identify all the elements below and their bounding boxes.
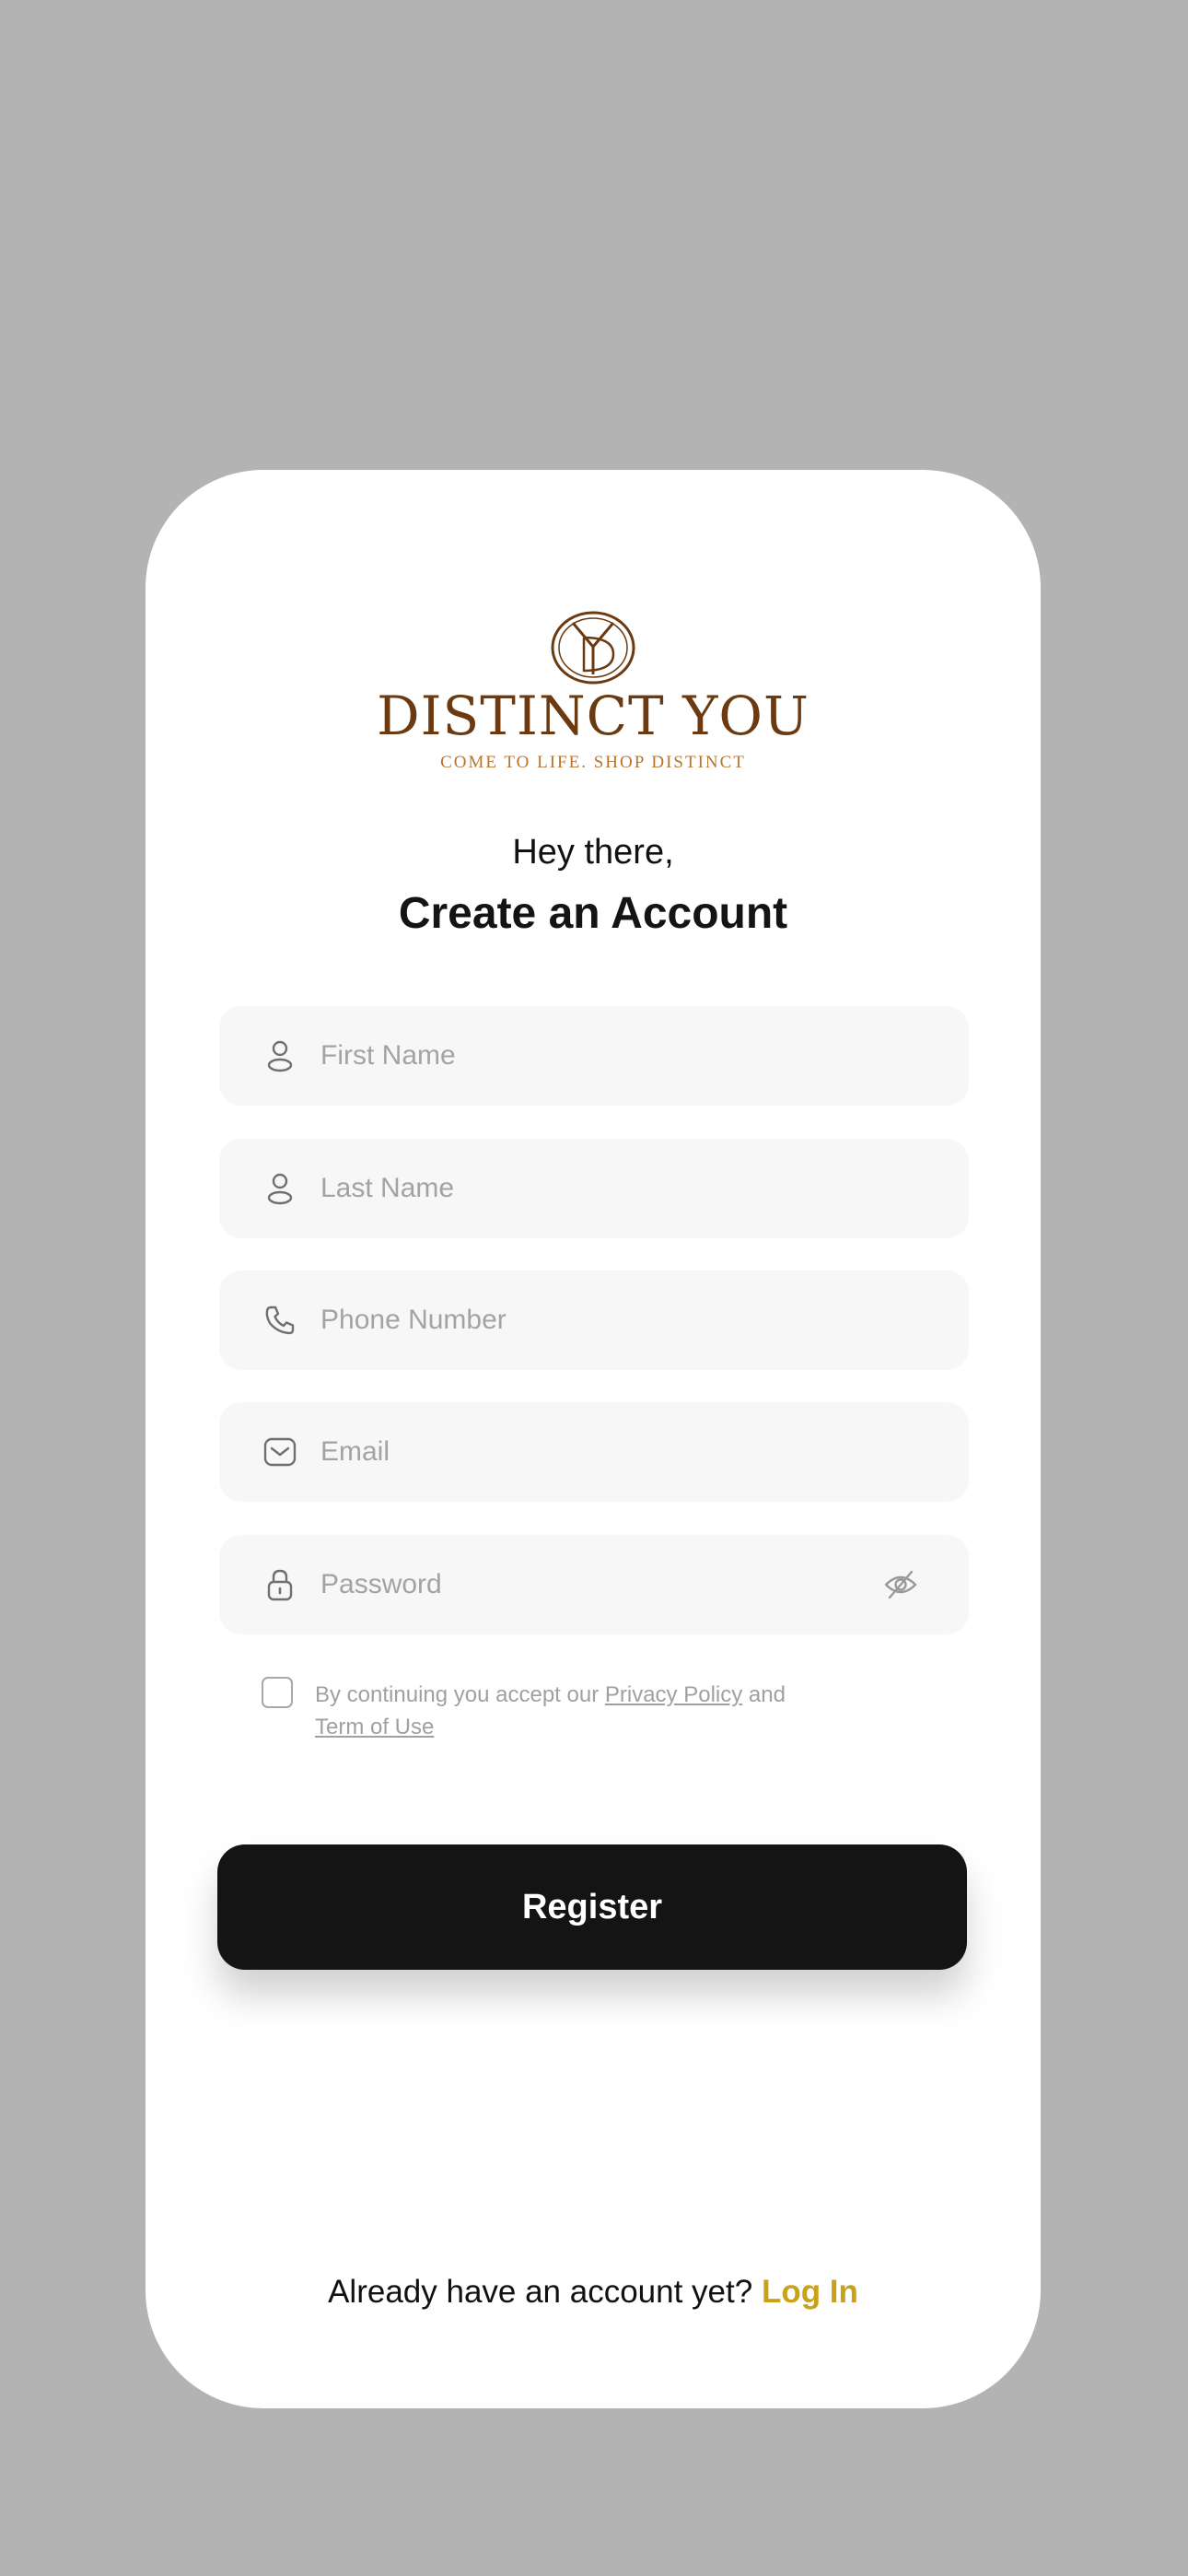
terms-middle: and (742, 1682, 786, 1707)
password-input[interactable] (320, 1535, 873, 1634)
user-icon (267, 1173, 293, 1205)
terms-of-use-link[interactable]: Term of Use (315, 1715, 434, 1739)
last-name-input[interactable] (320, 1139, 873, 1238)
login-prompt: Already have an account yet? Log In (146, 2276, 1041, 2308)
email-field[interactable] (219, 1402, 969, 1502)
brand-wordmark: DISTINCT YOU (377, 685, 809, 747)
page-title: Create an Account (398, 889, 788, 938)
eye-off-icon[interactable] (884, 1568, 917, 1601)
last-name-field[interactable] (219, 1139, 969, 1238)
terms-text: By continuing you accept our Privacy Pol… (315, 1679, 868, 1743)
user-icon (267, 1040, 293, 1072)
login-link[interactable]: Log In (762, 2274, 858, 2310)
first-name-field[interactable] (219, 1006, 969, 1106)
mail-icon (263, 1437, 297, 1467)
register-card: DISTINCT YOU COME TO LIFE. SHOP DISTINCT… (146, 470, 1041, 2408)
phone-number-input[interactable] (320, 1270, 873, 1370)
login-prompt-text: Already have an account yet? (328, 2274, 762, 2310)
register-button[interactable]: Register (217, 1844, 967, 1970)
first-name-input[interactable] (320, 1006, 873, 1106)
lock-icon (267, 1569, 293, 1601)
terms-checkbox[interactable] (262, 1677, 293, 1708)
monogram-logo-icon (551, 611, 635, 685)
phone-icon (265, 1306, 295, 1335)
brand-logo: DISTINCT YOU COME TO LIFE. SHOP DISTINCT (146, 610, 1041, 771)
email-input[interactable] (320, 1402, 873, 1502)
phone-number-field[interactable] (219, 1270, 969, 1370)
password-field[interactable] (219, 1535, 969, 1634)
privacy-policy-link[interactable]: Privacy Policy (605, 1682, 742, 1707)
brand-tagline: COME TO LIFE. SHOP DISTINCT (440, 753, 746, 772)
greeting-text: Hey there, (512, 833, 674, 872)
terms-prefix: By continuing you accept our (315, 1682, 605, 1707)
